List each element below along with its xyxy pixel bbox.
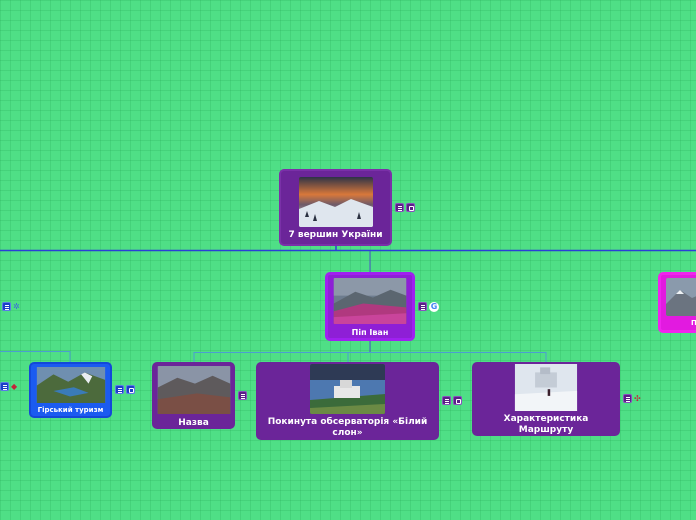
root-topic-node[interactable]: 7 вершин України <box>279 169 392 246</box>
heather-mountain-image <box>333 278 407 324</box>
root-topic-icons <box>395 203 415 212</box>
snow-observatory-image <box>514 364 578 411</box>
pip-ivan-label: Піп Іван <box>351 328 389 337</box>
notes-icon[interactable] <box>418 302 427 311</box>
notes-icon[interactable] <box>395 203 404 212</box>
link-icon[interactable] <box>406 203 415 212</box>
nazva-node[interactable]: Назва <box>152 362 235 429</box>
nazva-label: Назва <box>178 418 209 428</box>
notes-icon[interactable] <box>238 391 247 400</box>
pip-ivan-node[interactable]: Піп Іван <box>325 272 415 341</box>
root-topic-label: 7 вершин України <box>288 230 383 240</box>
link-icon[interactable] <box>453 396 462 405</box>
pin-icon[interactable]: ◆ <box>11 382 17 391</box>
observatoriya-node[interactable]: Покинута обсерваторія «Білий слон» <box>256 362 439 440</box>
observatoriya-label: Покинута обсерваторія «Білий слон» <box>267 417 428 438</box>
girskyi-turyzm-label: Гірський туризм <box>37 406 104 414</box>
pin-icon[interactable]: ✣ <box>634 394 641 403</box>
connector-lines <box>0 246 696 362</box>
rocky-mountain-image <box>157 366 230 414</box>
notes-icon[interactable] <box>115 385 124 394</box>
observatoriya-icons <box>442 396 462 405</box>
right-partial-node[interactable]: П <box>658 272 696 333</box>
notes-icon[interactable] <box>623 394 632 403</box>
sunset-mountain-image <box>298 177 373 227</box>
left-partial-icons-top: ✲ <box>2 302 20 311</box>
google-icon[interactable]: G <box>429 302 439 312</box>
girskyi-turyzm-node[interactable]: Гірський туризм <box>29 362 112 418</box>
pip-ivan-icons: G <box>418 302 439 312</box>
kharakterystyka-node[interactable]: Характеристика Маршруту <box>472 362 620 436</box>
left-partial-icons-bottom: ◆ <box>0 382 17 391</box>
nazva-icons <box>238 391 247 400</box>
kharakterystyka-icons: ✣ <box>623 394 641 403</box>
girskyi-turyzm-icons <box>115 385 135 394</box>
notes-icon[interactable] <box>0 382 9 391</box>
partial-mountain-image <box>666 278 696 316</box>
observatory-image <box>310 364 385 414</box>
link-icon[interactable] <box>126 385 135 394</box>
globe-icon[interactable]: ✲ <box>13 302 20 311</box>
notes-icon[interactable] <box>2 302 11 311</box>
mountain-lake-image <box>36 367 105 403</box>
notes-icon[interactable] <box>442 396 451 405</box>
kharakterystyka-label: Характеристика Маршруту <box>503 414 589 435</box>
right-partial-label: П <box>691 319 696 327</box>
